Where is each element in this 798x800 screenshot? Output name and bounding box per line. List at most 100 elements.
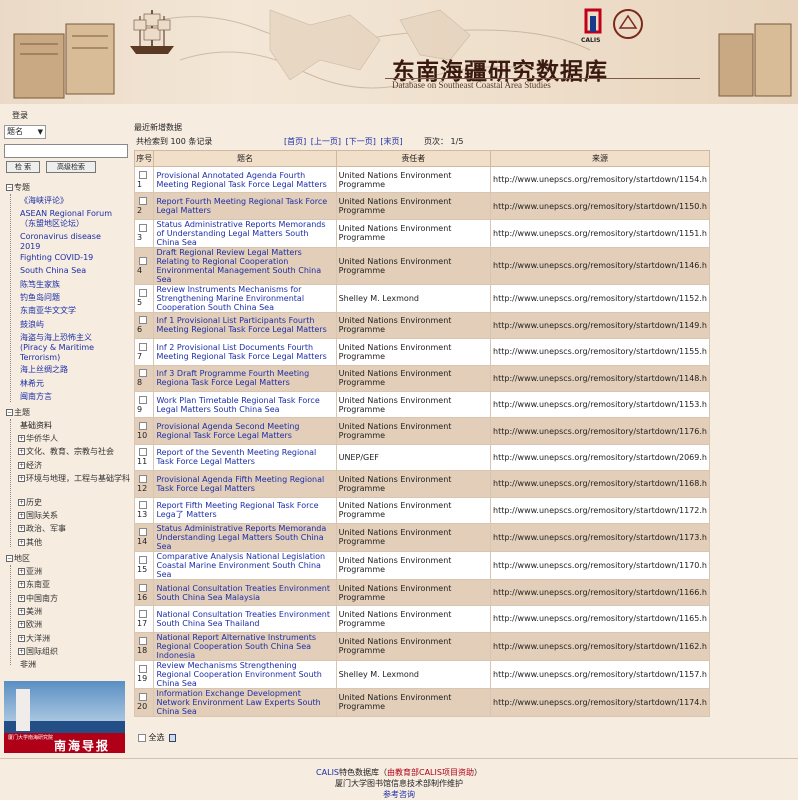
tree-item[interactable]: 陈笃生家族 (20, 280, 120, 290)
row-checkbox[interactable] (139, 256, 147, 265)
row-checkbox[interactable] (139, 170, 147, 179)
record-title-link[interactable]: Report Fourth Meeting Regional Task Forc… (156, 197, 327, 215)
expand-icon[interactable]: + (18, 499, 25, 506)
row-checkbox[interactable] (139, 693, 147, 702)
tree-subgroup[interactable]: + 国际组织 (18, 647, 58, 657)
row-checkbox[interactable] (139, 637, 147, 646)
row-checkbox[interactable] (139, 528, 147, 537)
export-icon[interactable] (169, 733, 177, 742)
record-title-link[interactable]: Review Mechanisms Strengthening Regional… (156, 661, 321, 688)
tree-subgroup[interactable]: + 文化、教育、宗教与社会 (18, 447, 130, 457)
expand-icon[interactable]: + (18, 448, 25, 455)
reference-consult-link[interactable]: 参考咨询 (383, 790, 415, 799)
tree-subgroup[interactable]: + 华侨华人 (18, 434, 58, 444)
record-title-link[interactable]: Information Exchange Development Network… (156, 689, 320, 716)
record-title-link[interactable]: Inf 2 Provisional List Documents Fourth … (156, 343, 326, 361)
record-title-link[interactable]: Review Instruments Mechanisms for Streng… (156, 285, 304, 312)
tree-item-link[interactable]: 海上丝绸之路 (20, 365, 68, 374)
collapse-icon[interactable]: − (6, 184, 13, 191)
tree-group-subject[interactable]: − 主题 (6, 408, 30, 418)
tree-item-link[interactable]: 《海峡评论》 (20, 196, 68, 205)
tree-item-link[interactable]: 钓鱼岛问题 (20, 293, 60, 302)
tree-item-link[interactable]: 鼓浪屿 (20, 320, 44, 329)
tree-item[interactable]: 海盗与海上恐怖主义 (Piracy & Maritime Terrorism) (20, 333, 120, 363)
tree-subgroup[interactable]: + 大洋洲 (18, 634, 50, 644)
collapse-icon[interactable]: − (6, 555, 13, 562)
tree-subgroup[interactable]: + 历史 (18, 498, 42, 508)
tree-subgroup[interactable]: + 东南亚 (18, 580, 50, 590)
next-page-link[interactable]: [下一页] (346, 137, 376, 146)
login-link[interactable]: 登录 (12, 110, 28, 121)
record-title-link[interactable]: National Consultation Treaties Environme… (156, 610, 330, 628)
tree-group-special[interactable]: − 专题 (6, 183, 30, 193)
tree-item[interactable]: Fighting COVID-19 (20, 253, 120, 263)
record-title-link[interactable]: National Consultation Treaties Environme… (156, 584, 330, 602)
tree-group-region[interactable]: − 地区 (6, 554, 30, 564)
tree-subgroup[interactable]: + 政治、军事 (18, 524, 66, 534)
search-input[interactable] (4, 144, 128, 158)
south-sea-news-banner[interactable]: 厦门大学南海研究院 南海导报 (4, 681, 125, 753)
tree-subgroup[interactable]: + 美洲 (18, 607, 42, 617)
record-title-link[interactable]: Report Fifth Meeting Regional Task Force… (156, 501, 318, 519)
expand-icon[interactable]: + (18, 568, 25, 575)
tree-item[interactable]: South China Sea (20, 266, 120, 276)
row-checkbox[interactable] (139, 197, 147, 206)
record-title-link[interactable]: Provisional Agenda Fifth Meeting Regiona… (156, 475, 324, 493)
row-checkbox[interactable] (139, 448, 147, 457)
select-all[interactable]: 全选 (138, 732, 177, 743)
search-field-select[interactable]: 题名 ▼ (4, 125, 46, 139)
tree-item[interactable]: 钓鱼岛问题 (20, 293, 120, 303)
row-checkbox[interactable] (139, 556, 147, 565)
tree-subgroup[interactable]: + 欧洲 (18, 620, 42, 630)
tree-item[interactable]: 闽南方言 (20, 392, 120, 402)
row-checkbox[interactable] (139, 474, 147, 483)
tree-subgroup[interactable]: + 环境与地理，工程与基础学科 (18, 474, 130, 484)
row-checkbox[interactable] (139, 583, 147, 592)
tree-item[interactable]: Coronavirus disease 2019 (20, 232, 120, 252)
record-title-link[interactable]: Work Plan Timetable Regional Task Force … (156, 396, 319, 414)
prev-page-link[interactable]: [上一页] (311, 137, 341, 146)
record-title-link[interactable]: Status Administrative Reports Memorands … (156, 220, 325, 247)
expand-icon[interactable]: + (18, 462, 25, 469)
record-title-link[interactable]: Provisional Agenda Second Meeting Region… (156, 422, 299, 440)
row-checkbox[interactable] (139, 289, 147, 298)
row-checkbox[interactable] (139, 342, 147, 351)
expand-icon[interactable]: + (18, 525, 25, 532)
tree-item-link[interactable]: 海盗与海上恐怖主义 (Piracy & Maritime Terrorism) (20, 333, 94, 362)
record-title-link[interactable]: Comparative Analysis National Legislatio… (156, 552, 325, 579)
row-checkbox[interactable] (139, 665, 147, 674)
record-title-link[interactable]: Inf 3 Draft Programme Fourth Meeting Reg… (156, 369, 309, 387)
tree-item-link[interactable]: 林希元 (20, 379, 44, 388)
tree-item[interactable]: 林希元 (20, 379, 120, 389)
expand-icon[interactable]: + (18, 475, 25, 482)
tree-item[interactable]: 《海峡评论》 (20, 196, 120, 206)
row-checkbox[interactable] (139, 422, 147, 431)
expand-icon[interactable]: + (18, 608, 25, 615)
tree-item-label[interactable]: 非洲 (20, 660, 36, 669)
tree-item[interactable]: 非洲 (20, 660, 120, 670)
tree-item[interactable]: 东南亚华文文学 (20, 306, 120, 316)
row-checkbox[interactable] (139, 316, 147, 325)
tree-item-link[interactable]: 闽南方言 (20, 392, 52, 401)
record-title-link[interactable]: Draft Regional Review Legal Matters Rela… (156, 248, 321, 284)
tree-item[interactable]: 基础资料 (20, 421, 120, 431)
tree-subgroup[interactable]: + 中国南方 (18, 594, 58, 604)
record-title-link[interactable]: Inf 1 Provisional List Participants Four… (156, 316, 326, 334)
tree-item-label[interactable]: 基础资料 (20, 421, 52, 430)
tree-subgroup[interactable]: + 经济 (18, 461, 42, 471)
last-page-link[interactable]: [末页] (380, 137, 402, 146)
first-page-link[interactable]: [首页] (284, 137, 306, 146)
expand-icon[interactable]: + (18, 435, 25, 442)
expand-icon[interactable]: + (18, 581, 25, 588)
tree-item-link[interactable]: 陈笃生家族 (20, 280, 60, 289)
advanced-search-button[interactable]: 高级检索 (46, 161, 96, 173)
row-checkbox[interactable] (139, 224, 147, 233)
collapse-icon[interactable]: − (6, 409, 13, 416)
tree-item[interactable]: ASEAN Regional Forum（东盟地区论坛） (20, 209, 120, 229)
search-button[interactable]: 检 索 (6, 161, 40, 173)
row-checkbox[interactable] (139, 501, 147, 510)
expand-icon[interactable]: + (18, 512, 25, 519)
record-title-link[interactable]: Report of the Seventh Meeting Regional T… (156, 448, 316, 466)
tree-item[interactable]: 鼓浪屿 (20, 320, 120, 330)
calis-link[interactable]: CALIS (316, 768, 339, 777)
